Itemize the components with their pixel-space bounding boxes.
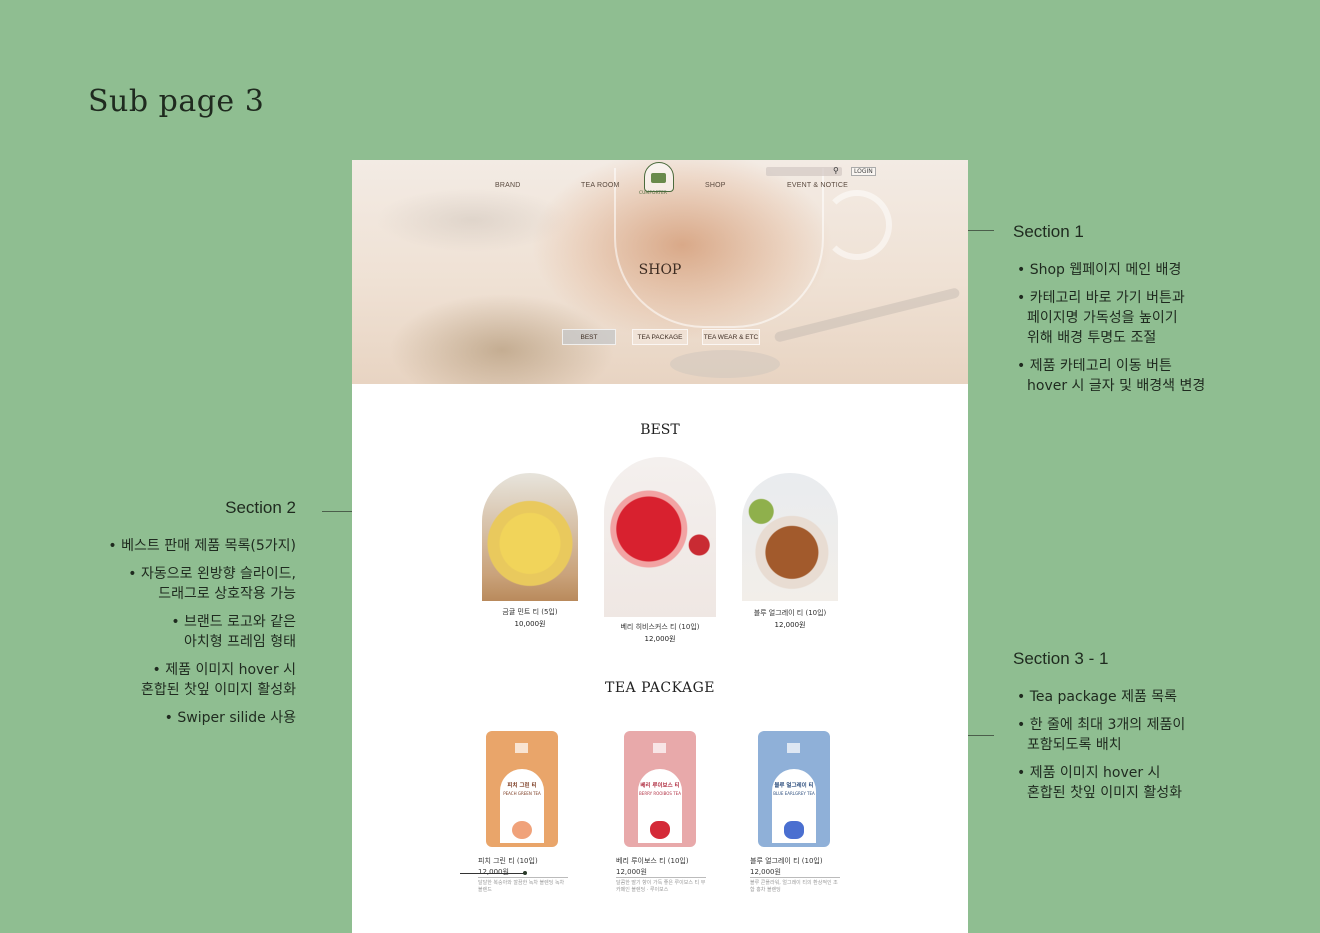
strawberry-icon [650,821,670,839]
package-product-desc: 달달한 복숭아와 깔끔한 녹차 블렌딩 녹차 블렌드 [478,880,565,893]
best-product-image[interactable] [742,473,838,601]
best-product-name: 블루 얼그레이 티 (10입) [753,609,827,617]
section1-heading: Section 1 [1013,222,1084,241]
section1-annotation: Section 1 • Shop 웹페이지 메인 배경 • 카테고리 바로 가기… [1013,222,1253,404]
nav-brand[interactable]: BRAND [495,182,521,189]
best-product-image[interactable] [482,473,578,601]
section2-bullet: • 제품 이미지 hover 시 혼합된 찻잎 이미지 활성화 [140,662,296,698]
section3-annotation: Section 3 - 1 • Tea package 제품 목록 • 한 줄에… [1013,649,1253,811]
package-product-image[interactable]: 베리 루이보스 티 BERRY ROOIBOS TEA [624,731,696,847]
package-product-price: 12,000원 [750,868,781,876]
package-product-price: 12,000원 [616,868,647,876]
best-product-price: 10,000원 [514,620,546,628]
best-product-price: 12,000원 [644,635,676,643]
package-label-title: 베리 루이보스 티 [640,783,680,789]
nav-tea-room[interactable]: TEA ROOM [581,182,620,189]
spoon-image [670,350,780,378]
category-best-button[interactable]: BEST [562,329,616,345]
package-label-title: 블루 얼그레이 티 [774,783,814,789]
section2-bullet: • Swiper silide 사용 [164,710,296,726]
package-label-subtitle: BLUE EARLGREY TEA [773,791,815,796]
package-tab [787,743,800,753]
package-divider [616,877,706,878]
hero-banner: BRAND TEA ROOM CUMFORTER SHOP EVENT & NO… [352,160,968,384]
package-divider [750,877,840,878]
login-button[interactable]: LOGIN [851,167,876,176]
package-product-image[interactable]: 블루 얼그레이 티 BLUE EARLGREY TEA [758,731,830,847]
section3-heading: Section 3 - 1 [1013,649,1109,668]
package-product-name: 피치 그린 티 (10입) [478,857,538,865]
section1-bullet: • Shop 웹페이지 메인 배경 [1017,262,1182,278]
nav-shop[interactable]: SHOP [705,182,726,189]
package-product-desc: 달콤한 딸기 향이 가득 좋은 루이보스 티 무카페인 블렌딩 · 루이보스 [616,880,706,893]
best-section-title: BEST [640,422,680,438]
package-product-desc: 블루 콘플라워, 얼그레이 티의 환상적인 조합 홍차 블렌딩 [750,880,838,893]
section2-bullet: • 자동으로 왼방향 슬라이드, 드래그로 상호작용 가능 [128,566,296,602]
section2-bullet: • 브랜드 로고와 같은 아치형 프레임 형태 [171,614,296,650]
best-product-name: 금귤 민트 티 (5입) [502,608,558,616]
package-product-price: 12,000원 [478,868,509,876]
section3-bullet: • 한 줄에 최대 3개의 제품이 포함되도록 배치 [1017,717,1186,753]
package-tab [515,743,528,753]
cornflower-icon [784,821,804,839]
package-tab [653,743,666,753]
package-label-title: 피치 그린 티 [507,783,537,789]
category-tea-package-button[interactable]: TEA PACKAGE [632,329,688,345]
package-product-image[interactable]: 피치 그린 티 PEACH GREEN TEA [486,731,558,847]
section3-bullet: • 제품 이미지 hover 시 혼합된 찻잎 이미지 활성화 [1017,765,1183,801]
logo-text: CUMFORTER [639,191,667,196]
best-product-price: 12,000원 [774,621,806,629]
hero-title: SHOP [638,262,682,278]
search-icon[interactable]: ⚲ [833,166,839,175]
section3-bullet: • Tea package 제품 목록 [1017,689,1178,705]
best-product-name: 베리 히비스커스 티 (10입) [620,623,700,631]
category-tea-wear-button[interactable]: TEA WEAR & ETC [702,329,760,345]
section1-bullet: • 제품 카테고리 이동 버튼 hover 시 글자 및 배경색 변경 [1017,358,1206,394]
shop-page-mockup: BRAND TEA ROOM CUMFORTER SHOP EVENT & NO… [352,160,968,933]
package-label-subtitle: BERRY ROOIBOS TEA [639,791,681,796]
package-pointer-dot [523,871,527,875]
peach-icon [512,821,532,839]
package-pointer-line [460,873,524,874]
package-product-name: 블루 얼그레이 티 (10입) [750,857,823,865]
best-product-image[interactable] [604,457,716,617]
page-title: Sub page 3 [88,84,265,119]
section2-annotation: Section 2 • 베스트 판매 제품 목록(5가지) • 자동으로 왼방향… [60,498,296,736]
brand-logo-icon[interactable] [644,162,674,192]
section2-bullet: • 베스트 판매 제품 목록(5가지) [108,538,296,554]
package-section-title: TEA PACKAGE [605,680,715,696]
package-label-subtitle: PEACH GREEN TEA [503,791,541,796]
nav-event-notice[interactable]: EVENT & NOTICE [787,182,848,189]
cup-handle-image [822,190,892,260]
search-input[interactable] [766,167,842,176]
package-divider [478,877,568,878]
section1-bullet: • 카테고리 바로 가기 버튼과 페이지명 가독성을 높이기 위해 배경 투명도… [1017,290,1185,346]
section2-heading: Section 2 [225,498,296,517]
package-product-name: 베리 루이보스 티 (10입) [616,857,689,865]
